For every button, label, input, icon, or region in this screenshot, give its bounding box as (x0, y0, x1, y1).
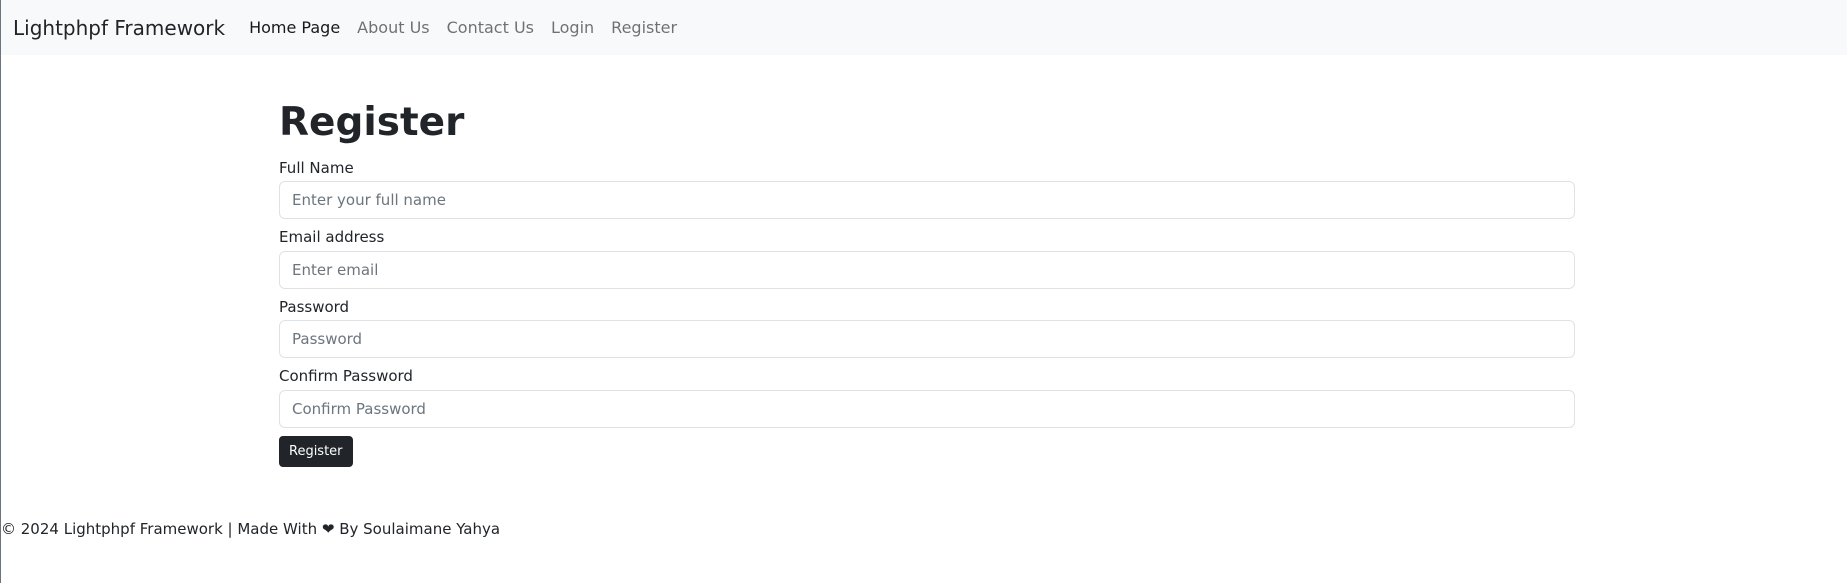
main-container: Register Full Name Email address Passwor… (279, 100, 1575, 467)
register-form: Full Name Email address Password Confirm… (279, 159, 1575, 467)
email-group: Email address (279, 228, 1575, 289)
email-input[interactable] (279, 250, 1575, 289)
confirm-password-input[interactable] (279, 389, 1575, 428)
heart-icon: ❤ (321, 520, 335, 538)
password-group: Password (279, 298, 1575, 359)
footer-prefix: © 2024 Lightphpf Framework | Made With (1, 520, 318, 538)
full-name-label: Full Name (279, 158, 354, 177)
footer-suffix: By Soulaimane Yahya (339, 520, 501, 538)
nav-link-login[interactable]: Login (551, 18, 594, 37)
confirm-password-label: Confirm Password (279, 367, 413, 386)
full-name-input[interactable] (279, 181, 1575, 220)
email-label: Email address (279, 228, 385, 247)
nav-link-contact[interactable]: Contact Us (447, 18, 534, 37)
nav-link-about[interactable]: About Us (357, 18, 429, 37)
nav-link-home[interactable]: Home Page (249, 18, 340, 37)
password-input[interactable] (279, 320, 1575, 359)
register-button[interactable]: Register (279, 435, 353, 467)
password-label: Password (279, 297, 350, 316)
navbar-brand[interactable]: Lightphpf Framework (13, 16, 225, 40)
nav-links: Home Page About Us Contact Us Login Regi… (249, 18, 694, 37)
navbar: Lightphpf Framework Home Page About Us C… (1, 0, 1847, 55)
nav-link-register[interactable]: Register (611, 18, 677, 37)
full-name-group: Full Name (279, 159, 1575, 220)
confirm-password-group: Confirm Password (279, 367, 1575, 428)
footer: © 2024 Lightphpf Framework | Made With ❤… (1, 520, 500, 538)
page-title: Register (279, 100, 465, 145)
